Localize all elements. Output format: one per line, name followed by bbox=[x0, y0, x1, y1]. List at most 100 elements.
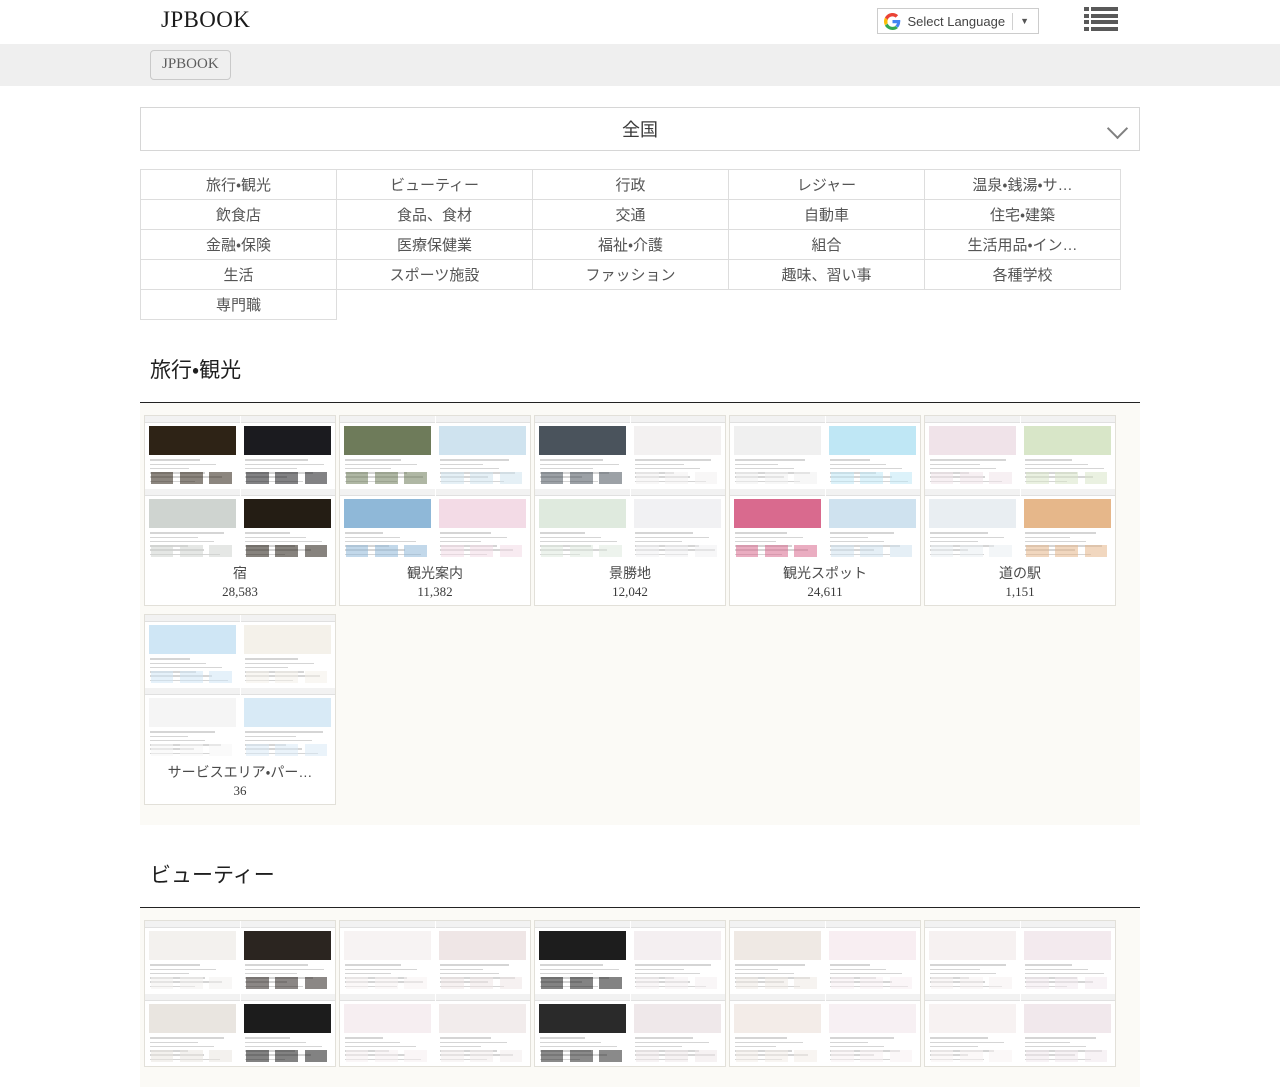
category-card[interactable]: 観光案内11,382 bbox=[339, 415, 531, 606]
thumb-text-line bbox=[245, 464, 323, 466]
thumb-image-block bbox=[1055, 1050, 1078, 1062]
language-selector[interactable]: Select Language ▼ bbox=[877, 8, 1039, 34]
category-cell[interactable]: 行政 bbox=[533, 170, 729, 200]
thumb-image-block bbox=[151, 1050, 174, 1062]
thumb-text-line bbox=[345, 532, 384, 534]
thumb-nav-strip bbox=[730, 921, 825, 928]
thumb-nav-strip bbox=[241, 994, 336, 1001]
thumb-hero-image bbox=[439, 499, 526, 528]
category-card[interactable] bbox=[924, 920, 1116, 1067]
site-thumbnail-tile bbox=[826, 489, 921, 561]
category-cell[interactable]: 各種学校 bbox=[925, 260, 1121, 290]
category-grid-row: 生活スポーツ施設ファッション趣味、習い事各種学校 bbox=[141, 260, 1121, 290]
category-cell[interactable]: 組合 bbox=[729, 230, 925, 260]
thumb-text-line bbox=[440, 1042, 507, 1044]
thumb-text-line bbox=[440, 541, 481, 543]
thumb-hero-image bbox=[929, 1004, 1016, 1033]
thumb-text-line bbox=[245, 731, 322, 733]
thumb-nav-strip bbox=[145, 615, 240, 622]
thumb-hero-image bbox=[1024, 1004, 1111, 1033]
category-card[interactable] bbox=[339, 920, 531, 1067]
thumb-image-block bbox=[794, 1050, 817, 1062]
thumb-image-block bbox=[960, 472, 983, 484]
category-card[interactable]: 観光スポット24,611 bbox=[729, 415, 921, 606]
thumb-text-line bbox=[930, 541, 978, 543]
thumb-image-block bbox=[860, 1050, 883, 1062]
thumb-image-block bbox=[636, 977, 659, 989]
thumb-text-line bbox=[1025, 1037, 1096, 1039]
thumb-text-line bbox=[150, 964, 200, 966]
thumb-text-line bbox=[830, 1037, 894, 1039]
region-select-value: 全国 bbox=[622, 116, 658, 142]
category-cell[interactable]: 住宅・建築 bbox=[925, 200, 1121, 230]
category-card[interactable]: サービスエリア・パー…36 bbox=[144, 614, 336, 805]
thumb-text-line bbox=[540, 1046, 617, 1048]
menu-dot bbox=[1084, 20, 1089, 24]
category-cell[interactable]: ファッション bbox=[533, 260, 729, 290]
category-cell[interactable]: 金融・保険 bbox=[141, 230, 337, 260]
category-cell[interactable]: 医療保健業 bbox=[337, 230, 533, 260]
thumb-hero-image bbox=[149, 1004, 236, 1033]
site-thumbnail-tile bbox=[436, 416, 531, 488]
thumb-text-line bbox=[830, 459, 870, 461]
thumb-nav-strip bbox=[241, 489, 336, 496]
thumb-text-line bbox=[150, 969, 216, 971]
thumb-hero-image bbox=[244, 625, 331, 654]
thumb-nav-strip bbox=[826, 489, 921, 496]
thumb-image-block bbox=[570, 545, 593, 557]
thumb-image-block bbox=[665, 545, 688, 557]
card-count: 36 bbox=[145, 782, 335, 804]
thumb-text-line bbox=[930, 537, 1005, 539]
category-cell[interactable]: 趣味、習い事 bbox=[729, 260, 925, 290]
thumb-text-line bbox=[440, 1037, 491, 1039]
category-cell[interactable]: ビューティー bbox=[337, 170, 533, 200]
category-cell[interactable]: 旅行・観光 bbox=[141, 170, 337, 200]
thumb-image-block bbox=[794, 545, 817, 557]
thumb-image-block bbox=[860, 545, 883, 557]
category-cell[interactable]: 生活 bbox=[141, 260, 337, 290]
category-cell[interactable]: 温泉・銭湯・サ… bbox=[925, 170, 1121, 200]
thumb-text-line bbox=[635, 537, 709, 539]
category-card[interactable]: 道の駅1,151 bbox=[924, 415, 1116, 606]
category-cell[interactable]: レジャー bbox=[729, 170, 925, 200]
thumb-image-block bbox=[599, 472, 622, 484]
thumb-text-line bbox=[440, 1046, 481, 1048]
category-grid-body: 旅行・観光ビューティー行政レジャー温泉・銭湯・サ… 飲食店食品、食材交通自動車住宅… bbox=[141, 170, 1121, 320]
category-cell[interactable]: 交通 bbox=[533, 200, 729, 230]
category-cell[interactable]: 福祉・介護 bbox=[533, 230, 729, 260]
thumb-text-line bbox=[540, 1037, 585, 1039]
card-thumbnail bbox=[535, 921, 725, 1066]
thumb-text-line bbox=[245, 1046, 322, 1048]
category-cell[interactable]: スポーツ施設 bbox=[337, 260, 533, 290]
thumb-text-line bbox=[150, 1042, 198, 1044]
category-cell[interactable]: 生活用品・イン… bbox=[925, 230, 1121, 260]
site-brand-logo[interactable]: JPBOOK bbox=[161, 7, 250, 33]
category-card[interactable] bbox=[144, 920, 336, 1067]
category-card[interactable]: 宿28,583 bbox=[144, 415, 336, 606]
card-grid bbox=[140, 908, 1140, 1087]
list-menu-icon[interactable] bbox=[1084, 5, 1118, 33]
chevron-down-icon[interactable]: ▼ bbox=[1013, 17, 1036, 26]
thumb-text-line bbox=[345, 969, 418, 971]
thumb-image-block bbox=[375, 472, 398, 484]
thumb-text-line bbox=[830, 468, 902, 470]
thumb-nav-strip bbox=[145, 489, 240, 496]
category-cell[interactable]: 飲食店 bbox=[141, 200, 337, 230]
thumb-nav-strip bbox=[1021, 994, 1116, 1001]
site-thumbnail-tile bbox=[925, 416, 1020, 488]
thumb-image-block bbox=[890, 545, 913, 557]
thumb-text-line bbox=[345, 973, 391, 975]
breadcrumb-item-jpbook[interactable]: JPBOOK bbox=[150, 50, 231, 80]
category-card[interactable] bbox=[729, 920, 921, 1067]
category-cell[interactable]: 食品、食材 bbox=[337, 200, 533, 230]
category-cell[interactable]: 専門職 bbox=[141, 290, 337, 320]
category-cell[interactable]: 自動車 bbox=[729, 200, 925, 230]
region-select[interactable]: 全国 bbox=[140, 107, 1140, 151]
thumb-hero-image bbox=[149, 625, 236, 654]
thumb-hero-image bbox=[1024, 931, 1111, 960]
thumb-text-line bbox=[150, 468, 190, 470]
category-card[interactable] bbox=[534, 920, 726, 1067]
thumb-image-block bbox=[665, 1050, 688, 1062]
category-card[interactable]: 景勝地12,042 bbox=[534, 415, 726, 606]
thumb-text-line bbox=[245, 964, 307, 966]
